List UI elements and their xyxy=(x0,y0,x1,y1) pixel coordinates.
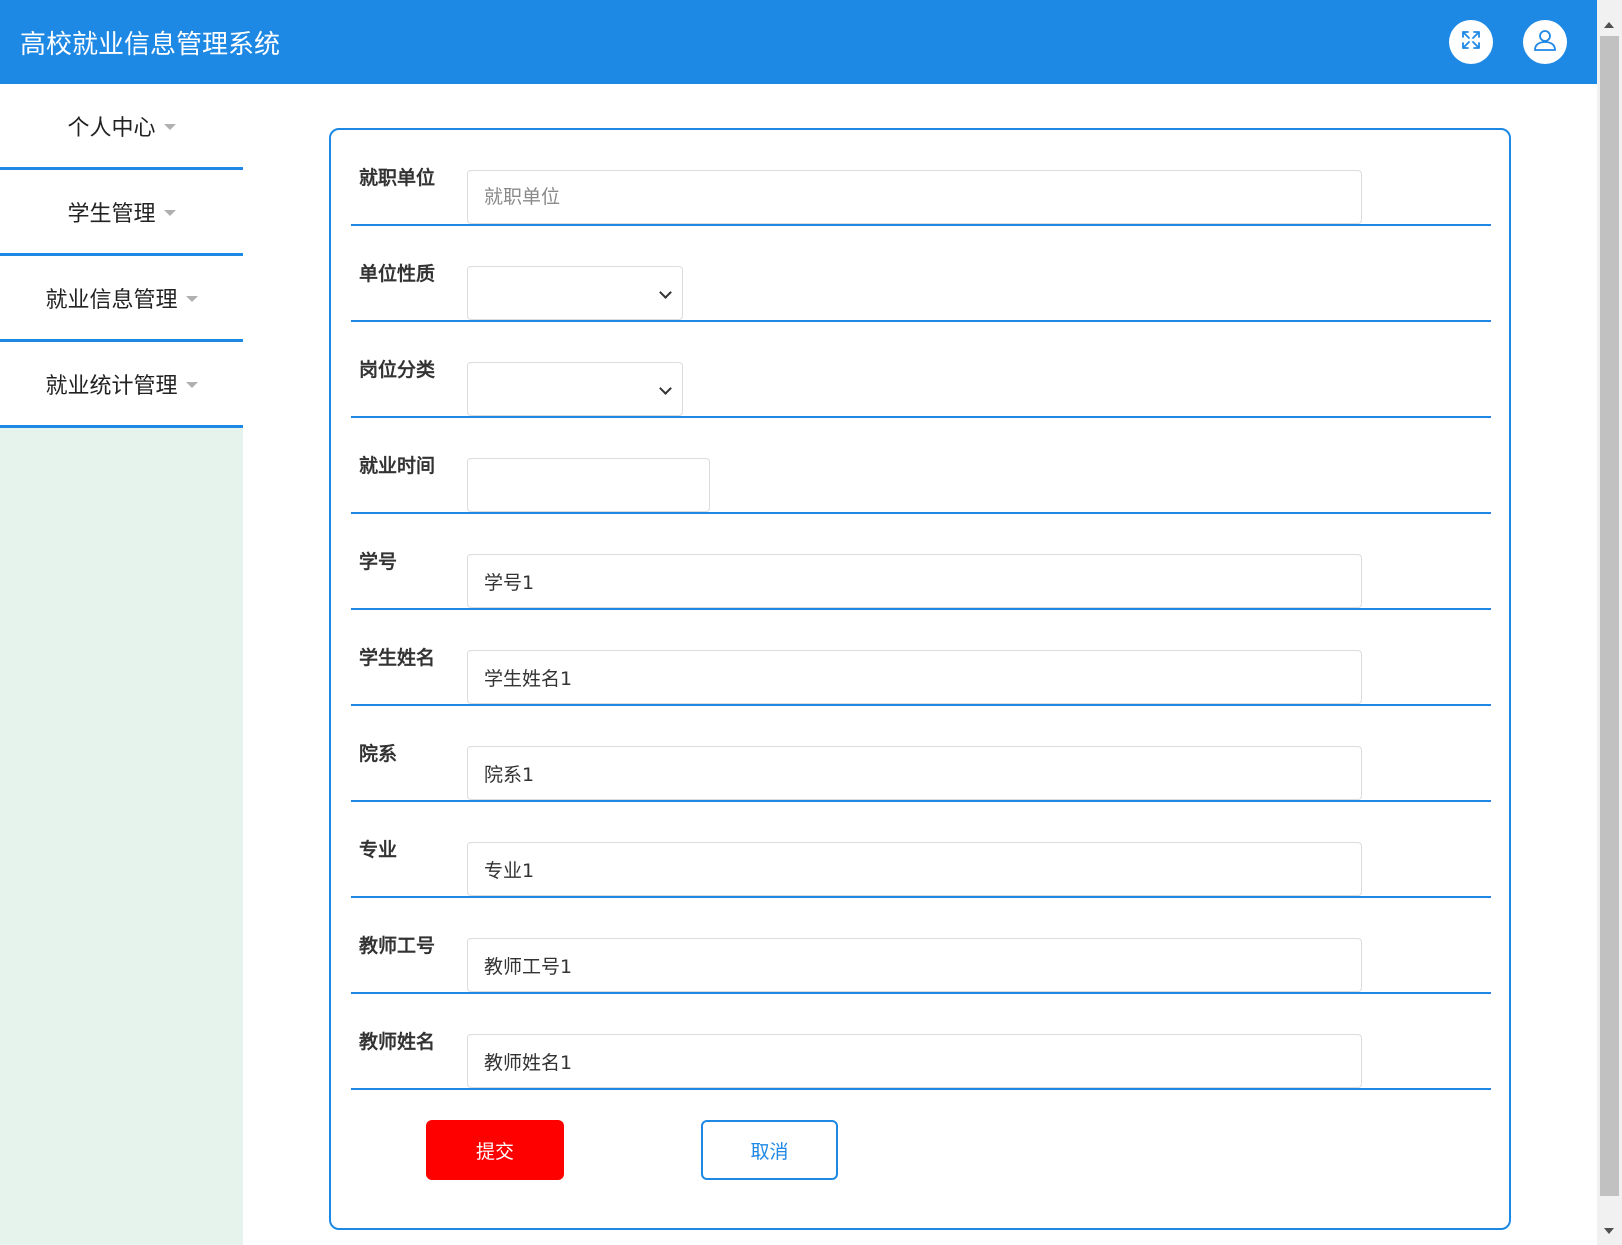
sidebar-item-student-management[interactable]: 学生管理 xyxy=(0,170,243,256)
department-input[interactable] xyxy=(467,746,1362,800)
chevron-down-icon xyxy=(659,286,672,299)
sidebar: 个人中心 学生管理 就业信息管理 就业统计管理 xyxy=(0,84,243,1245)
employment-form: 就职单位 单位性质 岗位分类 就业时间 学号 学生姓名 院系 专业 教师工号 教… xyxy=(329,128,1511,1230)
sidebar-item-personal-center[interactable]: 个人中心 xyxy=(0,84,243,170)
form-row-job-category: 岗位分类 xyxy=(351,322,1491,418)
job-category-label: 岗位分类 xyxy=(359,359,436,381)
scroll-up-arrow-icon[interactable] xyxy=(1604,22,1614,28)
vertical-scrollbar[interactable] xyxy=(1597,0,1622,1245)
form-row-department: 院系 xyxy=(351,706,1491,802)
job-category-select[interactable] xyxy=(467,362,683,416)
major-label: 专业 xyxy=(359,839,398,861)
employment-time-input[interactable] xyxy=(467,458,710,512)
caret-down-icon xyxy=(163,209,176,216)
caret-down-icon xyxy=(163,123,176,130)
expand-arrows-icon xyxy=(1459,28,1483,56)
unit-nature-label: 单位性质 xyxy=(359,263,436,285)
form-row-major: 专业 xyxy=(351,802,1491,898)
user-icon xyxy=(1532,27,1558,57)
submit-button[interactable]: 提交 xyxy=(426,1120,564,1180)
form-row-teacher-no: 教师工号 xyxy=(351,898,1491,994)
department-label: 院系 xyxy=(359,743,398,765)
employer-label: 就职单位 xyxy=(359,167,436,189)
caret-down-icon xyxy=(185,295,198,302)
app-title: 高校就业信息管理系统 xyxy=(20,30,281,60)
scroll-down-arrow-icon[interactable] xyxy=(1604,1228,1614,1234)
form-row-employment-time: 就业时间 xyxy=(351,418,1491,514)
student-name-input[interactable] xyxy=(467,650,1362,704)
teacher-name-label: 教师姓名 xyxy=(359,1031,436,1053)
sidebar-item-label: 就业统计管理 xyxy=(45,373,178,399)
employment-time-label: 就业时间 xyxy=(359,455,436,477)
top-header: 高校就业信息管理系统 xyxy=(0,0,1597,84)
cancel-button[interactable]: 取消 xyxy=(701,1120,838,1180)
employer-input[interactable] xyxy=(467,170,1362,224)
form-row-teacher-name: 教师姓名 xyxy=(351,994,1491,1090)
sidebar-item-label: 个人中心 xyxy=(67,115,156,141)
sidebar-item-employment-stats[interactable]: 就业统计管理 xyxy=(0,342,243,428)
user-button[interactable] xyxy=(1523,20,1567,64)
fullscreen-button[interactable] xyxy=(1449,20,1493,64)
form-row-unit-nature: 单位性质 xyxy=(351,226,1491,322)
caret-down-icon xyxy=(185,381,198,388)
student-name-label: 学生姓名 xyxy=(359,647,436,669)
teacher-no-label: 教师工号 xyxy=(359,935,436,957)
sidebar-item-label: 学生管理 xyxy=(67,201,156,227)
form-row-employer: 就职单位 xyxy=(351,130,1491,226)
form-row-student-name: 学生姓名 xyxy=(351,610,1491,706)
sidebar-item-employment-info[interactable]: 就业信息管理 xyxy=(0,256,243,342)
teacher-name-input[interactable] xyxy=(467,1034,1362,1088)
student-no-label: 学号 xyxy=(359,551,398,573)
teacher-no-input[interactable] xyxy=(467,938,1362,992)
student-no-input[interactable] xyxy=(467,554,1362,608)
form-row-student-no: 学号 xyxy=(351,514,1491,610)
scrollbar-thumb[interactable] xyxy=(1600,36,1619,1196)
unit-nature-select[interactable] xyxy=(467,266,683,320)
major-input[interactable] xyxy=(467,842,1362,896)
chevron-down-icon xyxy=(659,382,672,395)
sidebar-item-label: 就业信息管理 xyxy=(45,287,178,313)
